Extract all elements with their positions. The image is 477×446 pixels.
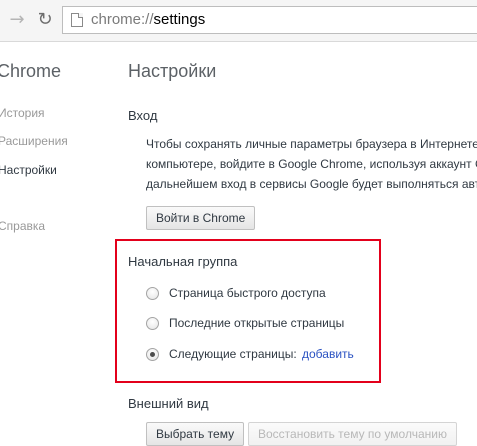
signin-description: Чтобы сохранять личные параметры браузер… [146,134,477,194]
appearance-section-title: Внешний вид [128,396,209,411]
signin-text-line: дальнейшем вход в сервисы Google будет в… [146,177,477,191]
highlight-box [115,239,381,383]
arrow-right-icon[interactable]: → [6,9,28,31]
reload-icon[interactable]: ↻ [34,9,56,31]
reset-theme-button[interactable]: Восстановить тему по умолчанию [248,422,457,446]
signin-text-line: компьютере, войдите в Google Chrome, исп… [146,157,477,171]
address-bar[interactable]: chrome://settings [62,6,477,34]
url-path: settings [153,11,206,28]
browser-toolbar: → ↻ chrome://settings [0,0,477,42]
sidebar-item-extensions[interactable]: Расширения [0,134,68,148]
sidebar-item-help[interactable]: Справка [0,219,45,233]
signin-section-title: Вход [128,108,158,123]
signin-button[interactable]: Войти в Chrome [146,206,256,230]
url-text[interactable]: chrome://settings [91,11,205,29]
url-scheme: chrome:// [91,11,154,28]
page-icon [71,13,83,27]
signin-text-line: Чтобы сохранять личные параметры браузер… [146,137,477,151]
page-title: Настройки [128,61,217,81]
sidebar-brand: Chrome [0,61,62,81]
sidebar-item-settings[interactable]: Настройки [0,163,57,177]
choose-theme-button[interactable]: Выбрать тему [146,422,245,446]
sidebar: Chrome История Расширения Настройки Спра… [0,42,108,434]
sidebar-item-history[interactable]: История [0,106,45,120]
